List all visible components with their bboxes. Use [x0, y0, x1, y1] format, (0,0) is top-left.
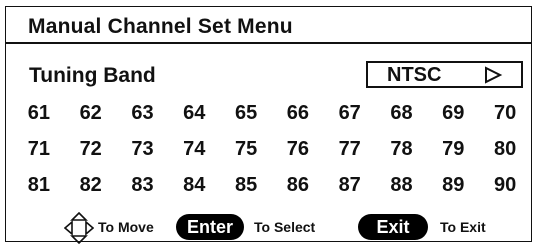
triangle-right-icon — [485, 66, 503, 84]
tuning-band-value: NTSC — [387, 64, 442, 86]
channel-cell[interactable]: 82 — [65, 167, 117, 203]
channel-cell[interactable]: 87 — [324, 167, 376, 203]
channel-cell[interactable]: 71 — [13, 131, 65, 167]
exit-hint: To Exit — [440, 219, 486, 235]
channel-cell[interactable]: 63 — [117, 95, 169, 131]
channel-cell[interactable]: 77 — [324, 131, 376, 167]
channel-cell[interactable]: 81 — [13, 167, 65, 203]
select-hint: To Select — [254, 219, 316, 235]
channel-cell[interactable]: 72 — [65, 131, 117, 167]
footer-hints: To Move Enter To Select Exit To Exit — [60, 212, 530, 244]
channel-cell[interactable]: 61 — [13, 95, 65, 131]
channel-cell[interactable]: 64 — [168, 95, 220, 131]
channel-cell[interactable]: 70 — [479, 95, 531, 131]
channel-cell[interactable]: 76 — [272, 131, 324, 167]
channel-cell[interactable]: 74 — [168, 131, 220, 167]
move-hint: To Move — [98, 219, 154, 235]
channel-cell[interactable]: 86 — [272, 167, 324, 203]
channel-cell[interactable]: 89 — [427, 167, 479, 203]
channel-cell[interactable]: 69 — [427, 95, 479, 131]
channel-cell[interactable]: 62 — [65, 95, 117, 131]
channel-cell[interactable]: 83 — [117, 167, 169, 203]
channel-cell[interactable]: 66 — [272, 95, 324, 131]
menu-title: Manual Channel Set Menu — [28, 15, 293, 38]
channel-grid: 61 62 63 64 65 66 67 68 69 70 71 72 73 74 75 76 77 78 79 80… — [13, 95, 531, 203]
channel-cell[interactable]: 65 — [220, 95, 272, 131]
channel-cell[interactable]: 85 — [220, 167, 272, 203]
channel-cell[interactable]: 90 — [479, 167, 531, 203]
tuning-band-label: Tuning Band — [29, 64, 156, 87]
channel-cell[interactable]: 75 — [220, 131, 272, 167]
exit-button[interactable]: Exit — [358, 214, 428, 240]
enter-button[interactable]: Enter — [176, 214, 244, 240]
channel-cell[interactable]: 78 — [376, 131, 428, 167]
channel-cell[interactable]: 80 — [479, 131, 531, 167]
channel-cell[interactable]: 79 — [427, 131, 479, 167]
channel-cell[interactable]: 88 — [376, 167, 428, 203]
channel-cell[interactable]: 73 — [117, 131, 169, 167]
channel-cell[interactable]: 68 — [376, 95, 428, 131]
four-way-arrow-icon — [64, 212, 94, 244]
tuning-band-selector[interactable]: NTSC — [366, 61, 523, 88]
channel-cell[interactable]: 84 — [168, 167, 220, 203]
title-bar: Manual Channel Set Menu — [5, 6, 532, 44]
channel-cell[interactable]: 67 — [324, 95, 376, 131]
